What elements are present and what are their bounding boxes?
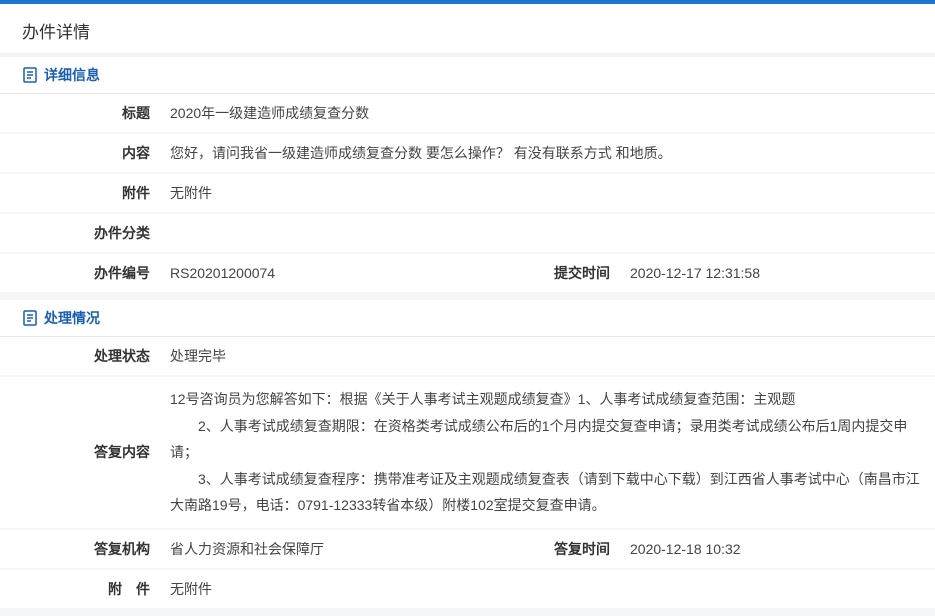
replycontent-label: 答复内容 — [0, 376, 160, 529]
replyorg-value: 省人力资源和社会保障厅 — [160, 529, 480, 569]
reply-paragraph: 12号咨询员为您解答如下：根据《关于人事考试主观题成绩复查》1、人事考试成绩复查… — [170, 386, 925, 413]
status-value: 处理完毕 — [160, 337, 935, 376]
table-row: 办件编号 RS20201200074 提交时间 2020-12-17 12:31… — [0, 253, 935, 292]
caseno-value: RS20201200074 — [160, 253, 480, 292]
table-row: 内容 您好，请问我省一级建造师成绩复查分数 要怎么操作？ 有没有联系方式 和地质… — [0, 133, 935, 173]
table-row: 附件 无附件 — [0, 173, 935, 213]
attachment-value: 无附件 — [160, 173, 935, 213]
reply-content-body: 12号咨询员为您解答如下：根据《关于人事考试主观题成绩复查》1、人事考试成绩复查… — [170, 386, 925, 519]
title-value: 2020年一级建造师成绩复查分数 — [160, 94, 935, 133]
process-attachment-value: 无附件 — [160, 569, 935, 608]
content-label: 内容 — [0, 133, 160, 173]
process-table: 处理状态 处理完毕 答复内容 12号咨询员为您解答如下：根据《关于人事考试主观题… — [0, 337, 935, 608]
attachment-label: 附件 — [0, 173, 160, 213]
detail-panel-header: 详细信息 — [0, 57, 935, 94]
process-panel-header: 处理情况 — [0, 300, 935, 337]
replytime-value: 2020-12-18 10:32 — [620, 529, 935, 569]
table-row: 处理状态 处理完毕 — [0, 337, 935, 376]
submittime-value: 2020-12-17 12:31:58 — [620, 253, 935, 292]
reply-paragraph: 2、人事考试成绩复查期限：在资格类考试成绩公布后的1个月内提交复查申请；录用类考… — [170, 413, 925, 466]
process-section-title: 处理情况 — [44, 308, 100, 328]
detail-panel: 详细信息 标题 2020年一级建造师成绩复查分数 内容 您好，请问我省一级建造师… — [0, 57, 935, 292]
table-row: 办件分类 — [0, 213, 935, 253]
caseno-label: 办件编号 — [0, 253, 160, 292]
page-header: 办件详情 — [0, 4, 935, 57]
table-row: 答复机构 省人力资源和社会保障厅 答复时间 2020-12-18 10:32 — [0, 529, 935, 569]
table-row: 标题 2020年一级建造师成绩复查分数 — [0, 94, 935, 133]
document-icon — [22, 67, 38, 83]
table-row: 附 件 无附件 — [0, 569, 935, 608]
process-attachment-label: 附 件 — [0, 569, 160, 608]
content-value: 您好，请问我省一级建造师成绩复查分数 要怎么操作？ 有没有联系方式 和地质。 — [160, 133, 935, 173]
replyorg-label: 答复机构 — [0, 529, 160, 569]
detail-section-title: 详细信息 — [44, 65, 100, 85]
status-label: 处理状态 — [0, 337, 160, 376]
category-value — [160, 213, 935, 253]
category-label: 办件分类 — [0, 213, 160, 253]
submittime-label: 提交时间 — [480, 253, 620, 292]
table-row: 答复内容 12号咨询员为您解答如下：根据《关于人事考试主观题成绩复查》1、人事考… — [0, 376, 935, 529]
reply-paragraph: 3、人事考试成绩复查程序：携带准考证及主观题成绩复查表（请到下载中心下载）到江西… — [170, 466, 925, 519]
title-label: 标题 — [0, 94, 160, 133]
detail-table: 标题 2020年一级建造师成绩复查分数 内容 您好，请问我省一级建造师成绩复查分… — [0, 94, 935, 292]
replytime-label: 答复时间 — [480, 529, 620, 569]
document-icon — [22, 310, 38, 326]
page-title: 办件详情 — [22, 18, 913, 43]
replycontent-value: 12号咨询员为您解答如下：根据《关于人事考试主观题成绩复查》1、人事考试成绩复查… — [160, 376, 935, 529]
